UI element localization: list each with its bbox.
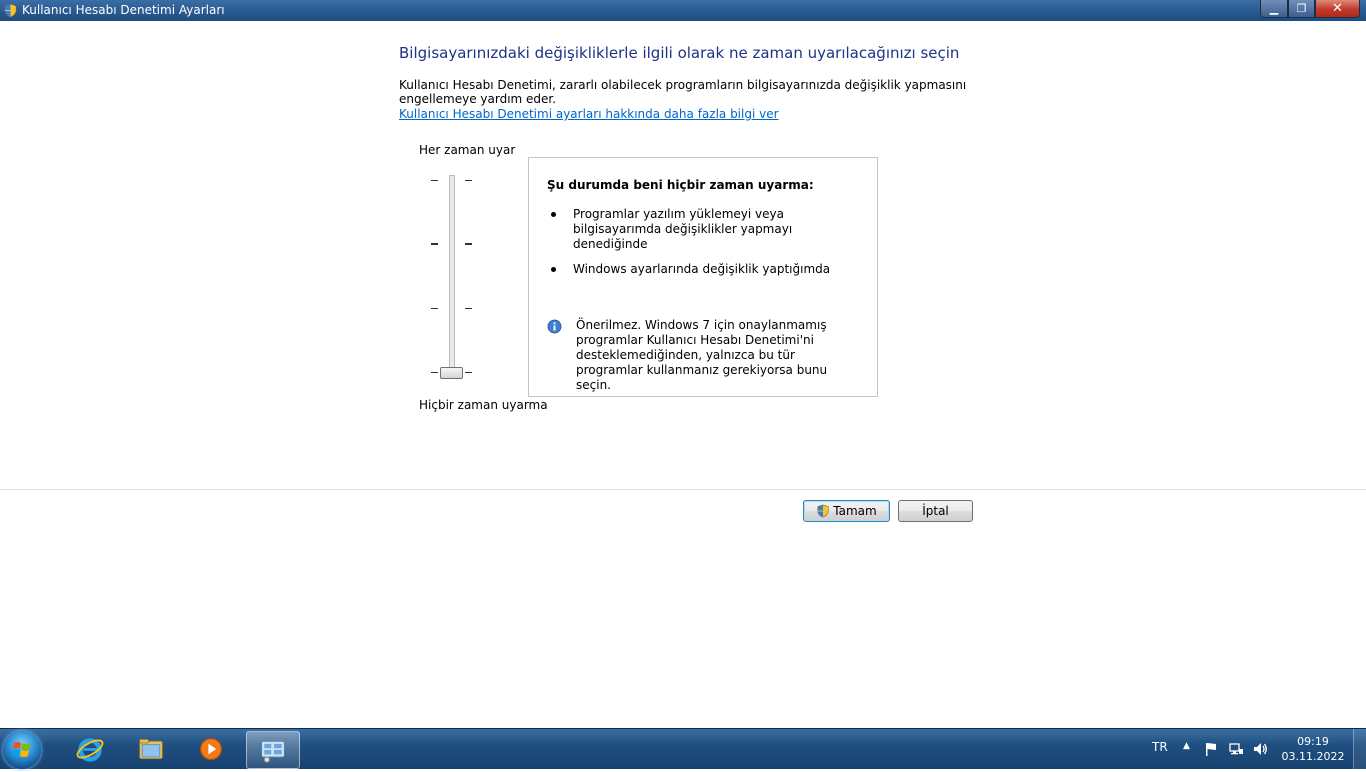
show-hidden-icons-button[interactable]: ▲	[1183, 741, 1190, 751]
media-player-icon[interactable]	[185, 731, 237, 767]
cancel-button-label: İptal	[922, 504, 949, 518]
slider-tick	[465, 243, 472, 245]
slider-tick	[431, 308, 438, 309]
bullet-text: Programlar yazılım yüklemeyi veya bilgis…	[573, 207, 793, 251]
slider-track[interactable]	[449, 175, 455, 377]
slider-thumb[interactable]	[440, 367, 463, 379]
slider-tick	[465, 308, 472, 309]
bullet-icon	[551, 212, 556, 217]
play-icon	[199, 737, 223, 761]
network-icon[interactable]	[1228, 741, 1244, 757]
window-title: Kullanıcı Hesabı Denetimi Ayarları	[22, 3, 225, 17]
more-info-link[interactable]: Kullanıcı Hesabı Denetimi ayarları hakkı…	[399, 107, 779, 121]
control-panel-icon	[261, 740, 285, 763]
divider	[0, 489, 1366, 490]
slider-top-label: Her zaman uyar	[419, 143, 516, 157]
bullet-icon	[551, 267, 556, 272]
clock-date: 03.11.2022	[1281, 750, 1345, 763]
internet-explorer-icon[interactable]	[64, 731, 116, 767]
window-controls: ▁ ❐ ✕	[1260, 0, 1360, 18]
uac-shield-icon	[817, 504, 829, 518]
title-bar: Kullanıcı Hesabı Denetimi Ayarları ▁ ❐ ✕	[0, 0, 1366, 21]
slider-tick	[431, 180, 438, 181]
info-box-title: Şu durumda beni hiçbir zaman uyarma:	[547, 178, 814, 192]
note-text: Önerilmez. Windows 7 için onaylanmamış p…	[576, 318, 828, 392]
level-description-box: Şu durumda beni hiçbir zaman uyarma: Pro…	[528, 157, 878, 397]
uac-settings-taskbar-button[interactable]	[246, 731, 300, 769]
maximize-button[interactable]: ❐	[1288, 0, 1315, 18]
windows-explorer-icon[interactable]	[125, 731, 177, 767]
close-button[interactable]: ✕	[1315, 0, 1360, 18]
folder-icon	[139, 738, 163, 760]
slider-tick	[465, 372, 472, 373]
action-center-flag-icon[interactable]	[1203, 741, 1219, 757]
taskbar: TR ▲ 09:19 03.11.2022	[0, 728, 1366, 769]
list-item: Windows ayarlarında değişiklik yaptığımd…	[551, 262, 861, 277]
windows-logo-icon	[12, 742, 30, 757]
clock-time: 09:19	[1297, 735, 1329, 748]
page-description: Kullanıcı Hesabı Denetimi, zararlı olabi…	[399, 78, 967, 106]
ie-logo-icon	[76, 738, 104, 762]
page-heading: Bilgisayarınızdaki değişikliklerle ilgil…	[399, 44, 960, 62]
ok-button-label: Tamam	[833, 504, 877, 518]
cancel-button[interactable]: İptal	[898, 500, 973, 522]
start-button[interactable]	[3, 731, 41, 769]
slider-bottom-label: Hiçbir zaman uyarma	[419, 398, 548, 412]
slider-tick	[465, 180, 472, 181]
volume-icon[interactable]	[1252, 741, 1268, 757]
language-indicator[interactable]: TR	[1152, 740, 1168, 754]
info-bullet-list: Programlar yazılım yüklemeyi veya bilgis…	[551, 207, 861, 287]
info-icon	[547, 319, 562, 334]
slider-tick	[431, 372, 438, 373]
notification-level-slider[interactable]	[428, 170, 478, 385]
minimize-button[interactable]: ▁	[1260, 0, 1288, 18]
ok-button[interactable]: Tamam	[803, 500, 890, 522]
show-desktop-button[interactable]	[1353, 729, 1366, 769]
uac-shield-icon	[4, 3, 17, 18]
slider-tick	[431, 243, 438, 245]
bullet-text: Windows ayarlarında değişiklik yaptığımd…	[573, 262, 831, 276]
system-clock[interactable]: 09:19 03.11.2022	[1280, 734, 1346, 764]
list-item: Programlar yazılım yüklemeyi veya bilgis…	[551, 207, 861, 252]
